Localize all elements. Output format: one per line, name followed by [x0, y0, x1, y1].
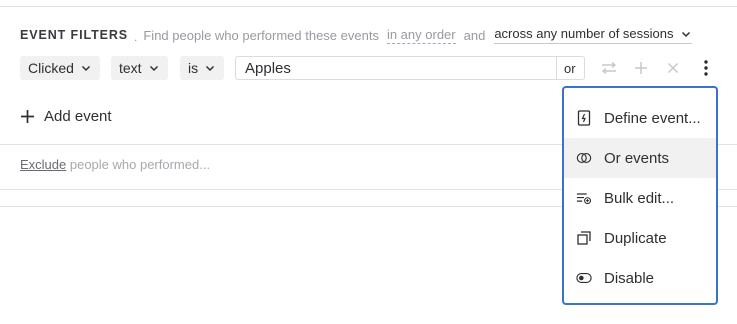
plus-icon — [21, 109, 34, 123]
add-event-label: Add event — [44, 107, 112, 125]
event-type-dropdown[interactable]: Clicked — [20, 56, 100, 80]
more-vertical-icon[interactable] — [696, 58, 716, 78]
bulk-edit-icon — [576, 190, 592, 206]
chevron-down-icon — [149, 65, 158, 72]
top-divider — [0, 6, 737, 7]
menu-item-label: Disable — [604, 269, 655, 287]
event-filters-header: EVENT FILTERS . Find people who performe… — [20, 25, 692, 45]
toggle-icon — [576, 270, 592, 286]
or-separator — [556, 57, 557, 79]
event-filters-title: EVENT FILTERS — [20, 28, 129, 42]
field-label: text — [119, 60, 142, 76]
field-dropdown[interactable]: text — [111, 56, 168, 80]
conjunction-label: and — [463, 27, 486, 43]
or-events-icon — [576, 150, 592, 166]
menu-item-duplicate[interactable]: Duplicate — [564, 218, 716, 258]
menu-item-or-events[interactable]: Or events — [564, 138, 716, 178]
menu-item-label: Duplicate — [604, 229, 667, 247]
header-dot: . — [134, 30, 138, 44]
chevron-down-icon — [206, 65, 215, 72]
value-input[interactable]: Apples or — [235, 56, 585, 80]
duplicate-icon — [576, 230, 592, 246]
or-button[interactable]: or — [564, 61, 576, 76]
add-event-button[interactable]: Add event — [20, 106, 112, 126]
menu-item-disable[interactable]: Disable — [564, 258, 716, 298]
sessions-dropdown[interactable]: across any number of sessions — [494, 26, 692, 44]
operator-dropdown[interactable]: is — [180, 56, 225, 80]
close-icon[interactable] — [663, 58, 683, 78]
order-selector[interactable]: in any order — [386, 27, 456, 44]
exclude-link[interactable]: Exclude — [20, 157, 66, 172]
exclude-text: people who performed... — [66, 157, 211, 172]
value-text: Apples — [245, 60, 291, 77]
menu-item-label: Bulk edit... — [604, 189, 675, 207]
chevron-down-icon — [681, 31, 690, 37]
menu-item-label: Or events — [604, 149, 670, 167]
menu-item-label: Define event... — [604, 109, 701, 127]
event-actions-menu: Define event... Or events Bulk edit... D… — [562, 86, 718, 305]
define-event-icon — [576, 110, 592, 126]
swap-icon[interactable] — [599, 58, 619, 78]
sessions-dropdown-label: across any number of sessions — [494, 26, 674, 41]
plus-icon[interactable] — [631, 58, 651, 78]
menu-item-bulk-edit[interactable]: Bulk edit... — [564, 178, 716, 218]
event-filters-description: Find people who performed these events — [143, 27, 379, 43]
chevron-down-icon — [81, 65, 90, 72]
event-type-label: Clicked — [28, 60, 74, 76]
exclude-row: Exclude people who performed... — [20, 157, 210, 172]
operator-label: is — [188, 60, 199, 76]
menu-item-define-event[interactable]: Define event... — [564, 98, 716, 138]
